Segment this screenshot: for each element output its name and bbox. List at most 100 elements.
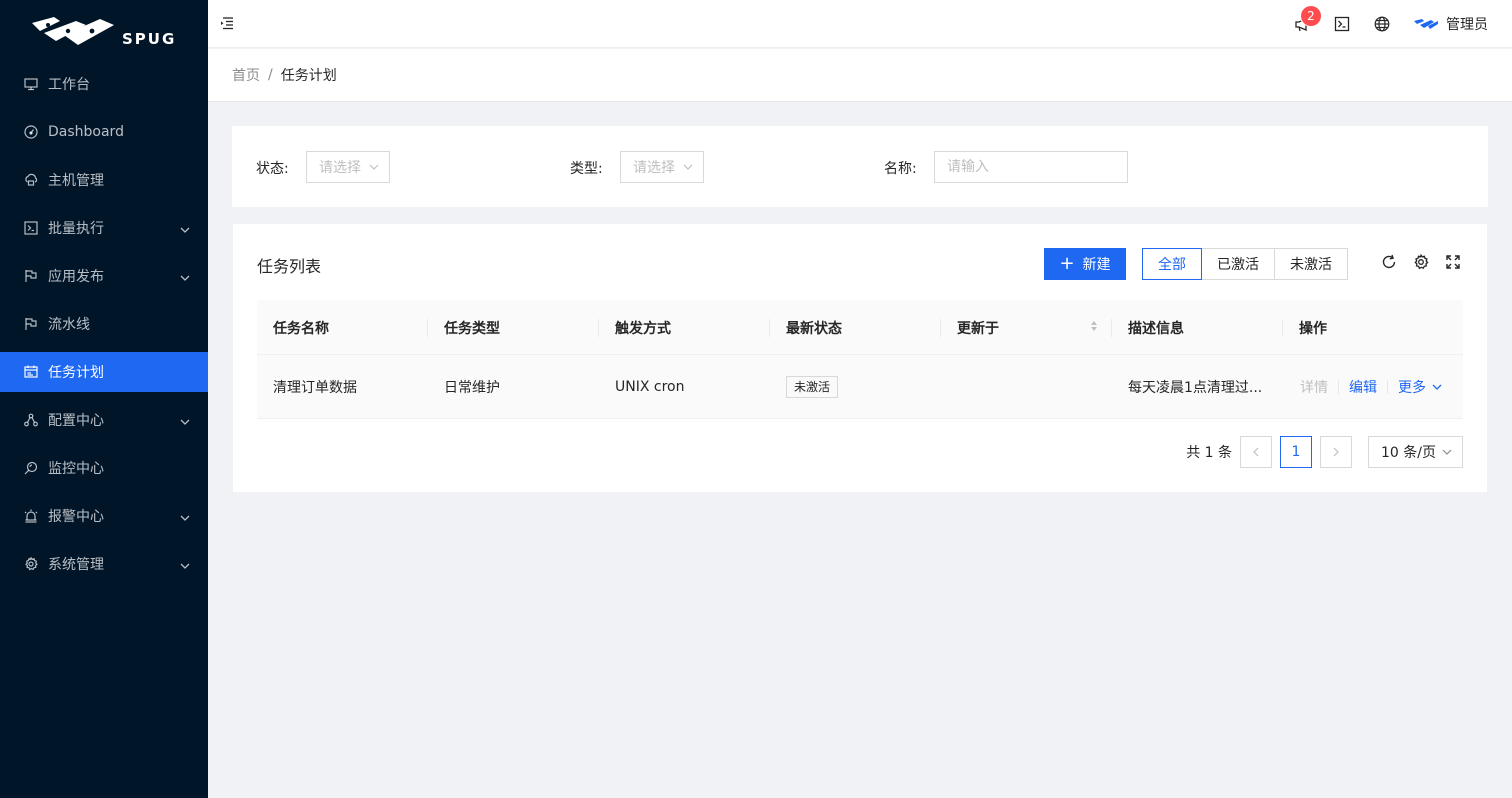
- chevron-down-icon: [180, 414, 190, 430]
- table-header: 任务名称 任务类型 触发方式 最新状态 更新于 描述信息 操作: [257, 300, 1463, 355]
- sidebar-item-schedule[interactable]: 任务计划: [0, 352, 208, 392]
- sidebar-item-label: 主机管理: [48, 173, 104, 189]
- user-menu[interactable]: 管理员: [1402, 0, 1512, 48]
- sidebar-item-label: 报警中心: [48, 509, 104, 525]
- chevron-down-icon: [683, 164, 693, 170]
- sidebar-item-config[interactable]: 配置中心: [0, 400, 208, 440]
- sidebar-item-label: 批量执行: [48, 221, 104, 237]
- chevron-down-icon: [180, 558, 190, 574]
- sidebar-item-dashboard[interactable]: Dashboard: [0, 112, 208, 152]
- detail-link[interactable]: 详情: [1300, 377, 1328, 397]
- menu-fold-icon[interactable]: [220, 16, 236, 32]
- chevron-down-icon: [180, 222, 190, 238]
- sidebar-item-batch-exec[interactable]: 批量执行: [0, 208, 208, 248]
- segment-active[interactable]: 已激活: [1201, 248, 1275, 280]
- setting-icon[interactable]: [1413, 254, 1429, 270]
- type-filter-placeholder: 请选择: [633, 160, 675, 176]
- notification-button[interactable]: 2: [1282, 0, 1322, 48]
- prev-page-button[interactable]: [1240, 436, 1272, 468]
- cell-updated-at: [941, 355, 1112, 419]
- next-page-button[interactable]: [1320, 436, 1352, 468]
- user-name: 管理员: [1446, 17, 1488, 33]
- page-number-button[interactable]: 1: [1280, 436, 1312, 468]
- terminal-button[interactable]: [1322, 0, 1362, 48]
- sort-icon[interactable]: [1090, 320, 1098, 336]
- cell-actions: 详情 编辑 更多: [1283, 355, 1463, 419]
- page-size-select[interactable]: 10 条/页: [1368, 436, 1463, 468]
- new-task-button-label: 新建: [1082, 257, 1111, 273]
- more-label: 更多: [1398, 380, 1426, 396]
- sidebar-item-label: 配置中心: [48, 413, 104, 429]
- edit-link[interactable]: 编辑: [1349, 377, 1377, 397]
- status-filter-placeholder: 请选择: [319, 160, 361, 176]
- col-description: 描述信息: [1112, 300, 1283, 355]
- table-body: 清理订单数据 日常维护 UNIX cron 未激活 每天凌晨1点清理过... 详情 编辑 更多: [257, 355, 1463, 419]
- fullscreen-icon[interactable]: [1445, 254, 1461, 270]
- sidebar-item-host[interactable]: 主机管理: [0, 160, 208, 200]
- name-filter-input[interactable]: [934, 151, 1128, 183]
- more-dropdown[interactable]: 更多: [1398, 377, 1442, 397]
- filter-panel: 状态: 请选择 类型: 请选择 名称:: [232, 126, 1488, 207]
- sidebar-item-alarm[interactable]: 报警中心: [0, 496, 208, 536]
- monitor-icon: [24, 461, 38, 475]
- new-task-button[interactable]: + 新建: [1044, 248, 1126, 280]
- cell-status: 未激活: [770, 355, 941, 419]
- breadcrumb-home[interactable]: 首页: [232, 65, 260, 85]
- cell-text: 日常维护: [444, 380, 500, 396]
- cell-task-type: 日常维护: [428, 355, 599, 419]
- avatar: [1414, 19, 1438, 29]
- status-filter-select[interactable]: 请选择: [306, 151, 390, 183]
- sidebar-item-label: Dashboard: [48, 124, 124, 140]
- sidebar-item-monitor[interactable]: 监控中心: [0, 448, 208, 488]
- chevron-left-icon: [1253, 447, 1259, 457]
- code-icon: [24, 221, 38, 235]
- cell-task-name: 清理订单数据: [257, 355, 428, 419]
- segment-inactive[interactable]: 未激活: [1274, 248, 1348, 280]
- name-filter-label: 名称:: [884, 161, 917, 177]
- sidebar-item-workbench[interactable]: 工作台: [0, 64, 208, 104]
- globe-icon: [1374, 16, 1390, 32]
- sidebar-menu: 工作台 Dashboard 主机管理批量执行应用发布流水线任务计划配置中心监控中心报…: [0, 64, 208, 584]
- chevron-down-icon: [180, 270, 190, 286]
- segment-all[interactable]: 全部: [1142, 248, 1202, 280]
- cell-trigger: UNIX cron: [599, 355, 770, 419]
- top-header: 2 管理员: [208, 0, 1512, 48]
- notification-badge: 2: [1301, 6, 1321, 26]
- col-trigger: 触发方式: [599, 300, 770, 355]
- column-header-label: 描述信息: [1128, 320, 1184, 337]
- cell-text: 清理订单数据: [273, 380, 357, 396]
- status-segment-group: 全部 已激活 未激活: [1142, 248, 1348, 280]
- sidebar-item-deploy[interactable]: 应用发布: [0, 256, 208, 296]
- card-title: 任务列表: [257, 257, 322, 276]
- cloud-server-icon: [24, 173, 38, 187]
- spug-logo-icon: [32, 17, 114, 45]
- schedule-icon: [24, 365, 38, 379]
- sidebar-item-label: 任务计划: [48, 365, 104, 381]
- setting-icon: [24, 557, 38, 571]
- type-filter-select[interactable]: 请选择: [620, 151, 704, 183]
- desktop-icon: [24, 77, 38, 91]
- breadcrumb-current: 任务计划: [280, 68, 337, 84]
- terminal-icon: [1334, 16, 1350, 32]
- sidebar-item-label: 工作台: [48, 77, 90, 93]
- language-button[interactable]: [1362, 0, 1402, 48]
- chevron-down-icon: [1432, 383, 1442, 391]
- action-divider: [1338, 380, 1339, 394]
- type-filter-label: 类型:: [570, 161, 603, 177]
- alert-icon: [24, 509, 38, 523]
- col-latest-status: 最新状态: [770, 300, 941, 355]
- column-header-label: 操作: [1299, 320, 1327, 337]
- reload-icon[interactable]: [1381, 254, 1397, 270]
- column-header-label: 最新状态: [786, 320, 842, 337]
- sidebar-item-pipeline[interactable]: 流水线: [0, 304, 208, 344]
- column-header-label: 任务名称: [273, 320, 329, 337]
- cell-text: 每天凌晨1点清理过...: [1128, 380, 1263, 396]
- chevron-right-icon: [1333, 447, 1339, 457]
- col-actions: 操作: [1283, 300, 1463, 355]
- logo: SPUG: [0, 0, 208, 64]
- cell-description: 每天凌晨1点清理过...: [1112, 355, 1283, 419]
- col-updated-at[interactable]: 更新于: [941, 300, 1112, 355]
- sidebar-item-system[interactable]: 系统管理: [0, 544, 208, 584]
- status-filter-label: 状态:: [256, 161, 289, 177]
- action-divider: [1387, 380, 1388, 394]
